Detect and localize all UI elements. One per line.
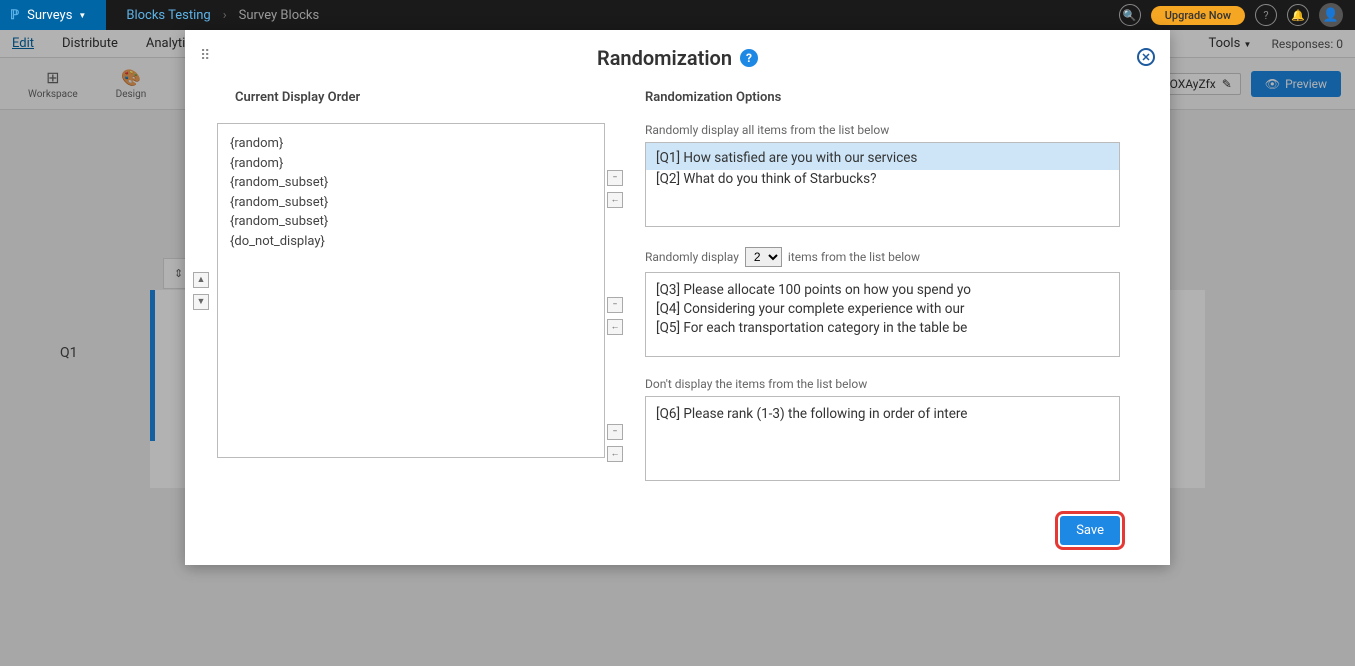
- help-icon[interactable]: ?: [1255, 4, 1277, 26]
- random-all-label: Randomly display all items from the list…: [645, 123, 1120, 137]
- modal-header: ⠿ Randomization ? ✕: [235, 40, 1120, 90]
- search-icon[interactable]: 🔍: [1119, 4, 1141, 26]
- randomization-modal: ⠿ Randomization ? ✕ Current Display Orde…: [185, 30, 1170, 565]
- help-icon[interactable]: ?: [740, 49, 758, 67]
- list-item[interactable]: {do_not_display}: [230, 232, 592, 252]
- avatar[interactable]: 👤: [1319, 3, 1343, 27]
- dont-display-label: Don't display the items from the list be…: [645, 377, 1120, 391]
- move-to-section1-button[interactable]: −: [607, 170, 623, 186]
- notifications-icon[interactable]: 🔔: [1287, 4, 1309, 26]
- list-item[interactable]: [Q4] Considering your complete experienc…: [656, 300, 1109, 319]
- save-button[interactable]: Save: [1060, 516, 1120, 545]
- logo-icon: ℙ: [10, 8, 19, 23]
- remove-from-section2-button[interactable]: ←: [607, 319, 623, 335]
- move-down-button[interactable]: ▼: [193, 294, 209, 310]
- list-item[interactable]: [Q2] What do you think of Starbucks?: [656, 170, 1109, 189]
- display-order-title: Current Display Order: [235, 90, 605, 105]
- breadcrumb: Blocks Testing › Survey Blocks: [126, 8, 319, 23]
- list-item[interactable]: {random}: [230, 134, 592, 154]
- chevron-right-icon: ›: [223, 8, 227, 23]
- remove-from-section1-button[interactable]: ←: [607, 192, 623, 208]
- subset-suffix: items from the list below: [788, 250, 920, 264]
- chevron-down-icon: ▼: [78, 11, 86, 20]
- move-to-section2-button[interactable]: −: [607, 297, 623, 313]
- randomization-options-title: Randomization Options: [645, 90, 1120, 105]
- dont-display-list[interactable]: [Q6] Please rank (1-3) the following in …: [645, 396, 1120, 481]
- list-item[interactable]: {random_subset}: [230, 212, 592, 232]
- breadcrumb-project[interactable]: Blocks Testing: [126, 8, 210, 23]
- move-to-section3-button[interactable]: −: [607, 424, 623, 440]
- list-item[interactable]: {random_subset}: [230, 173, 592, 193]
- surveys-label: Surveys: [27, 8, 72, 23]
- subset-prefix: Randomly display: [645, 250, 739, 264]
- move-up-button[interactable]: ▲: [193, 272, 209, 288]
- top-header: ℙ Surveys ▼ Blocks Testing › Survey Bloc…: [0, 0, 1355, 30]
- close-button[interactable]: ✕: [1137, 48, 1155, 66]
- list-item[interactable]: {random_subset}: [230, 193, 592, 213]
- random-subset-list[interactable]: [Q3] Please allocate 100 points on how y…: [645, 272, 1120, 357]
- surveys-dropdown[interactable]: ℙ Surveys ▼: [0, 0, 106, 30]
- list-item[interactable]: {random}: [230, 154, 592, 174]
- subset-count-select[interactable]: 2: [745, 247, 782, 267]
- list-item[interactable]: [Q3] Please allocate 100 points on how y…: [656, 281, 1109, 300]
- random-all-list[interactable]: [Q1] How satisfied are you with our serv…: [645, 142, 1120, 227]
- list-item[interactable]: [Q6] Please rank (1-3) the following in …: [656, 405, 1109, 424]
- list-item[interactable]: [Q5] For each transportation category in…: [656, 319, 1109, 338]
- modal-title: Randomization ?: [597, 46, 758, 70]
- list-item[interactable]: [Q1] How satisfied are you with our serv…: [646, 143, 1119, 170]
- upgrade-button[interactable]: Upgrade Now: [1151, 6, 1245, 25]
- display-order-list[interactable]: {random} {random} {random_subset} {rando…: [217, 123, 605, 458]
- remove-from-section3-button[interactable]: ←: [607, 446, 623, 462]
- drag-handle-icon[interactable]: ⠿: [200, 48, 211, 64]
- breadcrumb-current: Survey Blocks: [239, 8, 320, 23]
